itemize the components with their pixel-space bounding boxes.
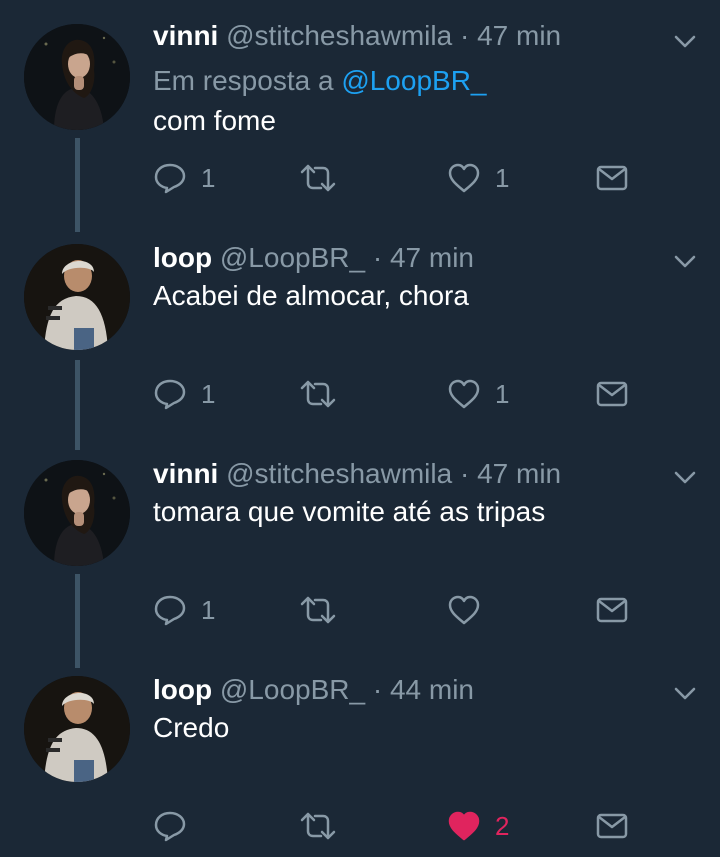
- avatar[interactable]: [24, 24, 130, 130]
- timestamp[interactable]: · 47 min: [460, 458, 561, 489]
- like-button[interactable]: 2: [447, 806, 509, 846]
- reply-icon: [154, 595, 186, 626]
- tweet-text: Acabei de almocar, chora: [153, 280, 469, 311]
- tweet-text: Credo: [153, 712, 230, 743]
- retweet-icon: [300, 164, 336, 192]
- reply-context: Em resposta a @LoopBR_: [153, 63, 487, 99]
- user-handle[interactable]: @stitcheshawmila: [226, 458, 452, 489]
- reply-prefix: Em resposta a: [153, 65, 334, 96]
- tweet[interactable]: vinni @stitcheshawmila · 47 min tomara q…: [0, 450, 720, 668]
- tweet-header: loop @LoopBR_ · 44 min: [153, 672, 474, 708]
- retweet-icon: [300, 596, 336, 624]
- timestamp[interactable]: · 44 min: [373, 674, 474, 705]
- reply-icon: [154, 163, 186, 194]
- tweet-actions: 1 1: [153, 374, 633, 414]
- display-name[interactable]: vinni: [153, 458, 218, 489]
- retweet-icon: [300, 812, 336, 840]
- like-icon-filled: [448, 811, 480, 841]
- display-name[interactable]: vinni: [153, 20, 218, 51]
- tweet[interactable]: loop @LoopBR_ · 44 min Credo 2: [0, 668, 720, 857]
- timestamp[interactable]: · 47 min: [373, 242, 474, 273]
- retweet-icon: [300, 380, 336, 408]
- retweet-button[interactable]: [299, 806, 351, 846]
- reply-handle-link[interactable]: @LoopBR_: [341, 65, 486, 96]
- direct-message-button[interactable]: [595, 158, 629, 198]
- message-icon: [596, 597, 628, 623]
- retweet-button[interactable]: [299, 590, 351, 630]
- tweet[interactable]: vinni @stitcheshawmila · 47 min Em respo…: [0, 0, 720, 232]
- retweet-button[interactable]: [299, 158, 351, 198]
- retweet-button[interactable]: [299, 374, 351, 414]
- reply-count: 1: [201, 378, 216, 409]
- user-handle[interactable]: @LoopBR_: [220, 674, 365, 705]
- timestamp[interactable]: · 47 min: [460, 20, 561, 51]
- user-handle[interactable]: @stitcheshawmila: [226, 20, 452, 51]
- reply-count: 1: [201, 162, 216, 193]
- direct-message-button[interactable]: [595, 374, 629, 414]
- reply-count: 1: [201, 594, 216, 625]
- user-handle[interactable]: @LoopBR_: [220, 242, 365, 273]
- tweet-actions: 2: [153, 806, 633, 846]
- display-name[interactable]: loop: [153, 674, 212, 705]
- display-name[interactable]: loop: [153, 242, 212, 273]
- reply-button[interactable]: 1: [153, 158, 215, 198]
- chevron-down-icon[interactable]: [672, 28, 698, 54]
- tweet-actions: 1 1: [153, 158, 633, 198]
- like-button[interactable]: [447, 590, 495, 630]
- direct-message-button[interactable]: [595, 590, 629, 630]
- avatar[interactable]: [24, 676, 130, 782]
- like-count: 1: [495, 378, 510, 409]
- like-button[interactable]: 1: [447, 158, 509, 198]
- message-icon: [596, 381, 628, 407]
- like-icon: [448, 163, 480, 193]
- reply-button[interactable]: 1: [153, 374, 215, 414]
- avatar[interactable]: [24, 244, 130, 350]
- reply-icon: [154, 379, 186, 410]
- chevron-down-icon[interactable]: [672, 464, 698, 490]
- reply-button[interactable]: 1: [153, 590, 215, 630]
- tweet-text: tomara que vomite até as tripas: [153, 496, 546, 527]
- chevron-down-icon[interactable]: [672, 248, 698, 274]
- reply-button[interactable]: [153, 806, 201, 846]
- tweet-header: loop @LoopBR_ · 47 min: [153, 240, 474, 276]
- like-count: 2: [495, 810, 510, 841]
- like-icon: [448, 595, 480, 625]
- tweet-header: vinni @stitcheshawmila · 47 min: [153, 18, 561, 54]
- like-count: 1: [495, 162, 510, 193]
- message-icon: [596, 813, 628, 839]
- tweet[interactable]: loop @LoopBR_ · 47 min Acabei de almocar…: [0, 232, 720, 450]
- tweet-text: com fome: [153, 105, 276, 136]
- reply-icon: [154, 811, 186, 842]
- direct-message-button[interactable]: [595, 806, 629, 846]
- message-icon: [596, 165, 628, 191]
- chevron-down-icon[interactable]: [672, 680, 698, 706]
- like-button[interactable]: 1: [447, 374, 509, 414]
- avatar[interactable]: [24, 460, 130, 566]
- tweet-header: vinni @stitcheshawmila · 47 min: [153, 456, 561, 492]
- tweet-actions: 1: [153, 590, 633, 630]
- like-icon: [448, 379, 480, 409]
